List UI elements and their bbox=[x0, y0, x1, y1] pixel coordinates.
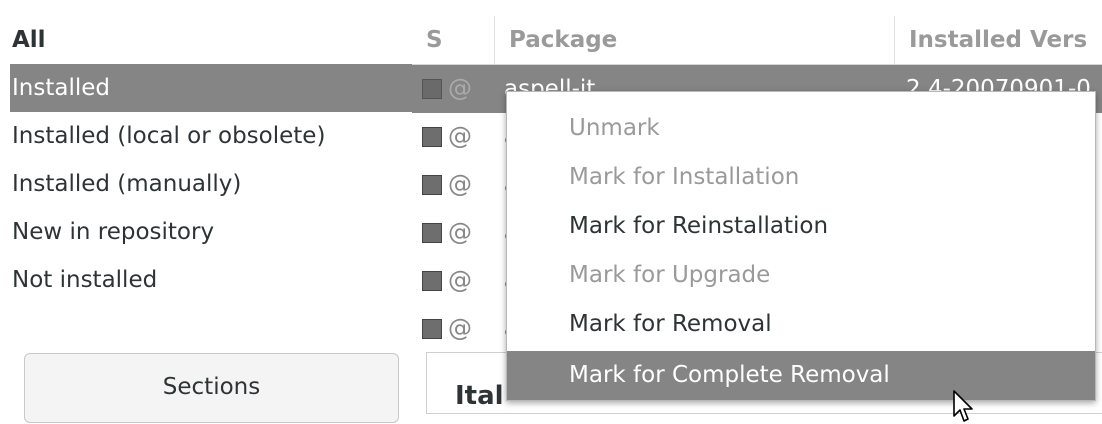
status-checkbox-icon[interactable] bbox=[422, 127, 442, 147]
filter-item-installed-local-obsolete[interactable]: Installed (local or obsolete) bbox=[10, 112, 412, 160]
debian-swirl-icon: @ bbox=[448, 122, 472, 150]
sections-button[interactable]: Sections bbox=[24, 353, 399, 423]
menu-item-mark-for-complete-removal[interactable]: Mark for Complete Removal bbox=[507, 351, 1095, 400]
filter-item-all[interactable]: All bbox=[10, 16, 412, 64]
filter-item-new-in-repository[interactable]: New in repository bbox=[10, 208, 412, 256]
filter-item-not-installed[interactable]: Not installed bbox=[10, 256, 412, 304]
menu-item-unmark[interactable]: Unmark bbox=[507, 104, 1095, 153]
status-checkbox-icon[interactable] bbox=[422, 319, 442, 339]
menu-item-mark-for-upgrade[interactable]: Mark for Upgrade bbox=[507, 251, 1095, 300]
status-checkbox-icon[interactable] bbox=[422, 271, 442, 291]
menu-item-mark-for-removal[interactable]: Mark for Removal bbox=[507, 300, 1095, 349]
debian-swirl-icon: @ bbox=[448, 266, 472, 294]
menu-item-mark-for-reinstallation[interactable]: Mark for Reinstallation bbox=[507, 202, 1095, 251]
debian-swirl-icon: @ bbox=[448, 218, 472, 246]
menu-item-mark-for-installation[interactable]: Mark for Installation bbox=[507, 153, 1095, 202]
mouse-pointer-icon bbox=[953, 390, 973, 422]
column-header-installed-version[interactable]: Installed Vers bbox=[894, 16, 1102, 64]
filter-item-installed-manually[interactable]: Installed (manually) bbox=[10, 160, 412, 208]
status-checkbox-icon[interactable] bbox=[422, 79, 442, 99]
column-header-status[interactable]: S bbox=[412, 16, 494, 64]
status-checkbox-icon[interactable] bbox=[422, 223, 442, 243]
package-context-menu: Unmark Mark for Installation Mark for Re… bbox=[506, 91, 1096, 401]
filter-sidebar: All Installed Installed (local or obsole… bbox=[0, 0, 412, 423]
debian-swirl-icon: @ bbox=[448, 314, 472, 342]
filter-item-installed[interactable]: Installed bbox=[10, 64, 412, 112]
column-header-package[interactable]: Package bbox=[494, 16, 894, 64]
debian-swirl-icon: @ bbox=[448, 170, 472, 198]
package-table-header: S Package Installed Vers bbox=[412, 16, 1102, 65]
debian-swirl-icon: @ bbox=[448, 74, 472, 102]
status-checkbox-icon[interactable] bbox=[422, 175, 442, 195]
